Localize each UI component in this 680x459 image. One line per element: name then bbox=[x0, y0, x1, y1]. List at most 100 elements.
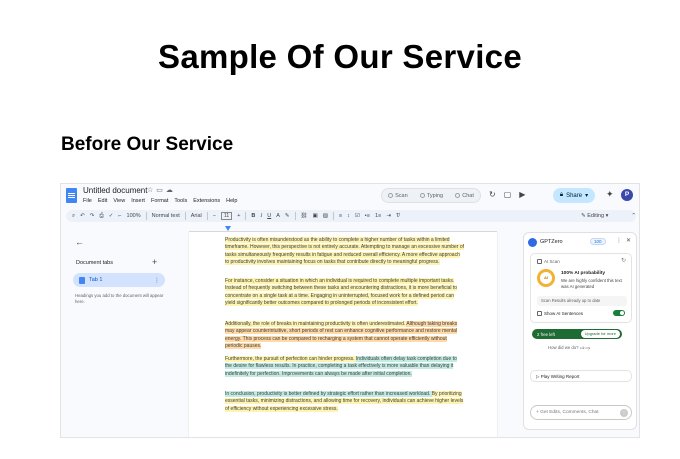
font-size-increase[interactable]: + bbox=[237, 213, 240, 219]
document-page[interactable]: Productivity is often misunderstood as t… bbox=[189, 232, 497, 437]
italic-icon[interactable]: I bbox=[260, 213, 262, 219]
send-icon[interactable]: ↑ bbox=[620, 409, 628, 417]
highlight-icon[interactable]: ✎ bbox=[285, 213, 290, 219]
gptzero-header: GPTZero 100 ⋮ ✕ bbox=[528, 238, 634, 248]
indent-marker[interactable] bbox=[225, 226, 231, 231]
print-icon[interactable]: ⎙ bbox=[99, 213, 103, 220]
bullet-list-icon[interactable]: •≡ bbox=[365, 213, 370, 219]
move-folder-icon[interactable]: ▭ bbox=[156, 187, 166, 194]
tab-label: Tab 1 bbox=[89, 277, 103, 283]
refresh-icon[interactable]: ↻ bbox=[621, 257, 626, 264]
menu-insert[interactable]: Insert bbox=[131, 198, 145, 204]
sidebar-item-tab-1[interactable]: Tab 1 ⋮ bbox=[73, 273, 165, 287]
mode-scan-label: Scan bbox=[395, 192, 408, 199]
star-icon[interactable]: ☆ bbox=[147, 187, 156, 194]
mode-scan[interactable]: Scan bbox=[388, 192, 408, 199]
checkbox-icon bbox=[537, 259, 542, 264]
paint-format-icon[interactable]: ⌐ bbox=[118, 213, 121, 219]
image-icon[interactable]: ▨ bbox=[323, 213, 328, 219]
outline-help-text: Headings you add to the document will ap… bbox=[75, 293, 164, 305]
more-options-icon[interactable]: ⋮ bbox=[616, 237, 622, 244]
underline-icon[interactable]: U bbox=[267, 213, 271, 219]
close-icon[interactable]: ✕ bbox=[626, 237, 631, 244]
probability-ring-label: AI bbox=[544, 275, 548, 280]
link-icon[interactable]: ⛓ bbox=[301, 213, 308, 219]
history-icon[interactable]: ↻ bbox=[489, 190, 496, 199]
share-button[interactable]: 🔒︎ Share ▾ bbox=[553, 188, 595, 203]
paragraph: For instance, consider a situation in wh… bbox=[225, 278, 465, 308]
cloud-icon[interactable]: ☁ bbox=[166, 187, 176, 194]
thumbs-down-icon[interactable]: 👎︎ bbox=[585, 345, 589, 350]
toolbar-divider bbox=[332, 212, 334, 220]
ai-probability: 100% AI probability bbox=[561, 271, 606, 276]
page-title: Sample Of Our Service bbox=[158, 38, 522, 75]
thumbs-up-icon[interactable]: 👍︎ bbox=[580, 345, 585, 350]
checklist-icon[interactable]: ☑ bbox=[355, 213, 360, 219]
title-action-icons: ☆▭☁ bbox=[147, 186, 176, 194]
mode-typing[interactable]: Typing bbox=[419, 192, 443, 199]
upgrade-button[interactable]: Upgrade for more bbox=[580, 330, 620, 338]
paragraph: In conclusion, productivity is better de… bbox=[225, 391, 465, 413]
gptzero-panel: GPTZero 100 ⋮ ✕ AI Scan ↻ AI 100% AI pro… bbox=[523, 232, 637, 430]
menu-tools[interactable]: Tools bbox=[174, 198, 187, 204]
credits-badge[interactable]: 100 bbox=[590, 238, 606, 245]
font-select[interactable]: Arial bbox=[191, 213, 202, 219]
menu-file[interactable]: File bbox=[83, 198, 92, 204]
pencil-icon: ✎ bbox=[581, 213, 586, 219]
toolbar-divider bbox=[145, 212, 147, 220]
google-docs-screenshot: Untitled document ☆▭☁ File Edit View Ins… bbox=[60, 183, 640, 438]
toolbar-divider bbox=[184, 212, 186, 220]
redo-icon[interactable]: ↷ bbox=[90, 213, 95, 219]
zoom-select[interactable]: 100% bbox=[127, 213, 141, 219]
avatar[interactable]: P bbox=[621, 189, 633, 201]
highlighted-text: Additionally, the role of breaks in main… bbox=[225, 321, 407, 327]
align-icon[interactable]: ≡ bbox=[339, 213, 342, 219]
more-options-icon[interactable]: ⋮ bbox=[154, 277, 160, 284]
chat-input[interactable]: + Get Edits, Comments, Chat ↑ bbox=[530, 405, 632, 420]
undo-icon[interactable]: ↶ bbox=[80, 213, 85, 219]
back-arrow-icon[interactable]: ← bbox=[75, 237, 84, 247]
mode-chat[interactable]: Chat bbox=[455, 192, 474, 199]
menu-view[interactable]: View bbox=[113, 198, 125, 204]
menu-bar: File Edit View Insert Format Tools Exten… bbox=[83, 198, 237, 204]
clear-format-icon[interactable]: T̸ bbox=[396, 213, 399, 219]
style-select[interactable]: Normal text bbox=[152, 213, 180, 219]
play-writing-report-button[interactable]: ▷ Play Writing Report bbox=[530, 370, 632, 382]
feedback-row: How did we do? 👍︎ 👎︎ bbox=[548, 345, 590, 351]
paragraph: Additionally, the role of breaks in main… bbox=[225, 321, 465, 351]
bold-icon[interactable]: B bbox=[251, 213, 255, 219]
indent-icon[interactable]: ⇥ bbox=[386, 213, 391, 219]
gemini-sparkle-icon[interactable]: ✦ bbox=[606, 189, 614, 200]
add-comment-icon[interactable]: ▣ bbox=[312, 213, 317, 219]
highlighted-text: In conclusion, productivity is better de… bbox=[225, 391, 432, 397]
document-title[interactable]: Untitled document bbox=[83, 186, 147, 195]
tab-icon bbox=[79, 276, 85, 284]
numbered-list-icon[interactable]: 1≡ bbox=[375, 213, 381, 219]
show-ai-sentences-label: Show AI Sentences bbox=[544, 311, 584, 316]
collapse-toolbar-icon[interactable]: ⌃ bbox=[631, 213, 636, 219]
paragraph: Productivity is often misunderstood as t… bbox=[225, 237, 465, 267]
gptzero-logo-icon bbox=[528, 238, 537, 247]
menu-help[interactable]: Help bbox=[226, 198, 237, 204]
ai-scan-label: AI Scan bbox=[537, 259, 560, 264]
comment-icon[interactable]: ▢ bbox=[504, 190, 512, 199]
feedback-label: How did we do? bbox=[548, 345, 579, 350]
meet-icon[interactable]: ▶ bbox=[519, 190, 525, 199]
font-size-decrease[interactable]: − bbox=[213, 213, 216, 219]
editing-mode-select[interactable]: ✎ Editing ▾ bbox=[581, 213, 608, 219]
font-size-input[interactable]: 11 bbox=[220, 212, 233, 220]
text-color-icon[interactable]: A bbox=[276, 213, 280, 219]
add-tab-icon[interactable]: + bbox=[152, 257, 157, 267]
menu-extensions[interactable]: Extensions bbox=[193, 198, 220, 204]
add-icon[interactable]: + bbox=[536, 410, 539, 415]
menu-edit[interactable]: Edit bbox=[98, 198, 107, 204]
menu-format[interactable]: Format bbox=[151, 198, 168, 204]
show-ai-sentences-toggle[interactable] bbox=[613, 310, 625, 316]
highlighted-text: Productivity is often misunderstood as t… bbox=[225, 237, 465, 266]
document-tabs-heading: Document tabs bbox=[76, 260, 113, 266]
search-icon[interactable]: ⌕ bbox=[72, 213, 75, 220]
docs-logo-icon[interactable] bbox=[66, 188, 77, 203]
highlighted-text: For instance, consider a situation in wh… bbox=[225, 278, 458, 307]
spellcheck-icon[interactable]: ✓ bbox=[109, 213, 114, 219]
line-spacing-icon[interactable]: ↕ bbox=[347, 213, 350, 219]
